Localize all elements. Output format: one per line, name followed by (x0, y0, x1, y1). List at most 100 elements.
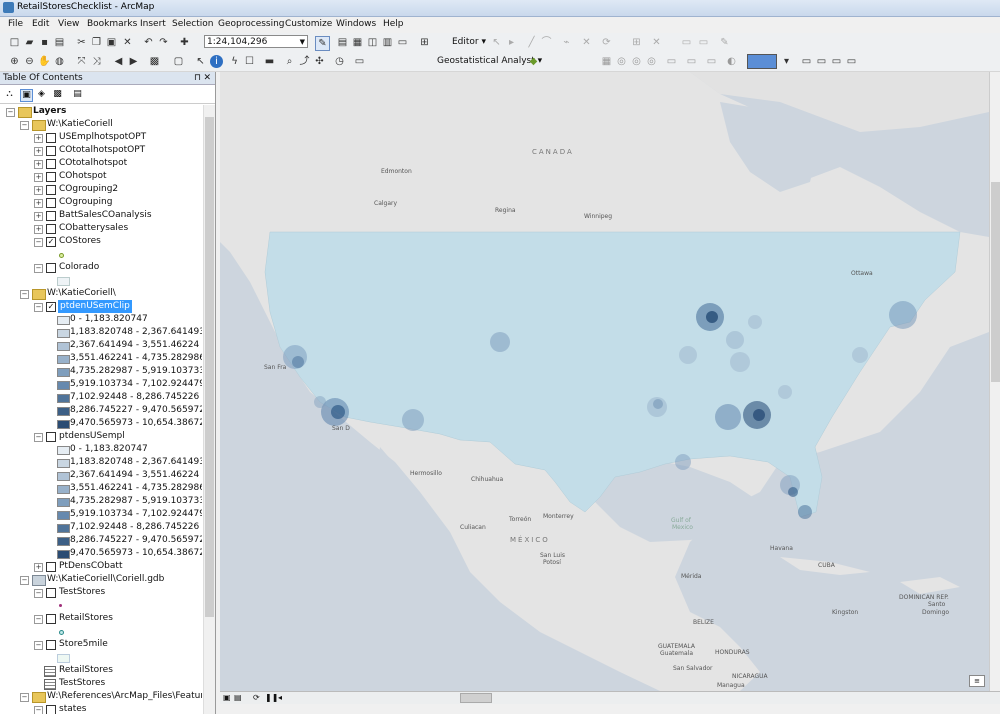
layout-icon[interactable]: ▭ (800, 55, 813, 68)
collapse-icon[interactable]: − (34, 589, 43, 598)
print-preview-icon[interactable]: ▭ (845, 55, 858, 68)
collapse-icon[interactable]: − (6, 108, 15, 117)
copy-icon[interactable]: ❐ (90, 36, 103, 49)
menu-insert[interactable]: Insert (140, 19, 166, 29)
zoom-layer-icon[interactable]: ◎ (615, 55, 628, 68)
georef-icon[interactable]: ▦ (600, 55, 613, 68)
python-window-icon[interactable]: ▭ (396, 36, 409, 49)
layer-checkbox[interactable] (46, 705, 56, 714)
zoom-in-icon[interactable]: ⊕ (8, 55, 21, 68)
refresh-icon[interactable]: ⟳ (253, 693, 260, 702)
map-tips-icon[interactable]: ≡ (969, 675, 985, 687)
menu-file[interactable]: File (8, 19, 23, 29)
search-window-icon[interactable]: ◫ (366, 36, 379, 49)
back-extent-icon[interactable]: ◀ (112, 55, 125, 68)
delete-icon[interactable]: ✕ (121, 36, 134, 49)
fixed-zoom-out-icon[interactable]: ⤨ (90, 55, 103, 68)
arctoolbox-icon[interactable]: ▥ (381, 36, 394, 49)
layer-checkbox[interactable] (46, 588, 56, 598)
page-icon[interactable]: ▭ (815, 55, 828, 68)
collapse-icon[interactable]: − (34, 238, 43, 247)
collapse-icon[interactable]: − (34, 641, 43, 650)
model-builder-icon[interactable]: ⊞ (418, 36, 431, 49)
fill-color-swatch[interactable] (747, 54, 777, 69)
list-by-selection-icon[interactable]: ▩ (52, 89, 63, 100)
new-icon[interactable]: □ (8, 36, 21, 49)
layer-checkbox[interactable] (46, 185, 56, 195)
map-scale-input[interactable]: 1:24,104,296 ▼ (204, 35, 308, 48)
attributes-icon[interactable]: ⊞ (630, 36, 643, 49)
list-by-visibility-icon[interactable]: ◈ (36, 89, 47, 100)
chevron-down-icon[interactable]: ▼ (300, 36, 305, 49)
collapse-icon[interactable]: − (34, 264, 43, 273)
collapse-icon[interactable]: − (34, 433, 43, 442)
layer-checkbox[interactable] (46, 146, 56, 156)
expand-icon[interactable]: + (34, 186, 43, 195)
close-icon[interactable]: ✕ (203, 72, 211, 85)
layer-checkbox[interactable] (46, 211, 56, 221)
trace-icon[interactable]: ⌁ (560, 36, 573, 49)
collapse-icon[interactable]: − (20, 576, 29, 585)
contrast-icon[interactable]: ◐ (725, 55, 738, 68)
fixed-zoom-in-icon[interactable]: ⤧ (75, 55, 88, 68)
go-to-xy-icon[interactable]: ✣ (313, 55, 326, 68)
clear-selection-icon[interactable]: ▢ (172, 55, 185, 68)
rotate-icon[interactable]: ⟳ (600, 36, 613, 49)
layer-checkbox[interactable] (46, 614, 56, 624)
chevron-down-icon[interactable]: ▾ (780, 55, 793, 68)
layer-checkbox[interactable] (46, 432, 56, 442)
measure-icon[interactable]: ▬ (263, 55, 276, 68)
forward-extent-icon[interactable]: ▶ (127, 55, 140, 68)
list-by-drawing-order-icon[interactable]: ⛬ (4, 89, 15, 100)
raster-tool-2-icon[interactable]: ◎ (645, 55, 658, 68)
open-icon[interactable]: ▰ (23, 36, 36, 49)
layer-checkbox[interactable] (46, 640, 56, 650)
expand-icon[interactable]: + (34, 160, 43, 169)
layer-checkbox-checked[interactable]: ✓ (46, 302, 56, 312)
cut-icon[interactable]: ✂ (75, 36, 88, 49)
html-popup-icon[interactable]: ☐ (243, 55, 256, 68)
redo-icon[interactable]: ↷ (157, 36, 170, 49)
expand-icon[interactable]: + (34, 173, 43, 182)
hyperlink-icon[interactable]: ϟ (228, 55, 241, 68)
select-elements-icon[interactable]: ↖ (194, 55, 207, 68)
time-slider-icon[interactable]: ◷ (333, 55, 346, 68)
end-point-arc-icon[interactable]: ⌒ (540, 36, 553, 49)
layer-checkbox[interactable] (46, 159, 56, 169)
scrollbar-thumb[interactable] (991, 182, 1000, 382)
menu-help[interactable]: Help (383, 19, 404, 29)
geostatistical-wizard-icon[interactable]: ◆ (527, 55, 540, 68)
paste-icon[interactable]: ▣ (105, 36, 118, 49)
layer-checkbox[interactable] (46, 172, 56, 182)
save-icon[interactable]: ▪ (38, 36, 51, 49)
select-features-icon[interactable]: ▩ (148, 55, 161, 68)
undo-icon[interactable]: ↶ (142, 36, 155, 49)
expand-icon[interactable]: + (34, 134, 43, 143)
map-view[interactable]: CANADA Edmonton Calgary Regina Winnipeg … (220, 72, 989, 691)
scrollbar-thumb[interactable] (205, 117, 214, 617)
full-extent-icon[interactable]: ◍ (53, 55, 66, 68)
create-features-icon[interactable]: ▭ (680, 36, 693, 49)
expand-icon[interactable]: + (34, 563, 43, 572)
layer-checkbox[interactable] (46, 224, 56, 234)
scroll-left-icon[interactable]: ◂ (278, 693, 282, 702)
text-icon[interactable]: ▭ (830, 55, 843, 68)
collapse-icon[interactable]: − (20, 693, 29, 702)
collapse-icon[interactable]: − (20, 121, 29, 130)
toc-scrollbar[interactable] (203, 105, 215, 714)
editor-toolbar-icon[interactable]: ✎ (315, 36, 330, 51)
edit-tool-icon[interactable]: ↖ (490, 36, 503, 49)
options-icon[interactable]: ▤ (72, 89, 83, 100)
list-by-source-icon[interactable]: ▣ (20, 89, 33, 102)
menu-windows[interactable]: Windows (336, 19, 376, 29)
pause-drawing-icon[interactable]: ❚❚ (265, 693, 278, 702)
layer-checkbox[interactable] (46, 562, 56, 572)
collapse-icon[interactable]: − (34, 303, 43, 312)
expand-icon[interactable]: + (34, 147, 43, 156)
layer-checkbox[interactable] (46, 263, 56, 273)
horizontal-scrollbar-thumb[interactable] (460, 693, 492, 703)
cut-polygons-icon[interactable]: ✎ (718, 36, 731, 49)
map-vertical-scrollbar[interactable] (989, 72, 1000, 691)
menu-geoprocessing[interactable]: Geoprocessing (218, 19, 285, 29)
raster-tool-icon[interactable]: ◎ (630, 55, 643, 68)
